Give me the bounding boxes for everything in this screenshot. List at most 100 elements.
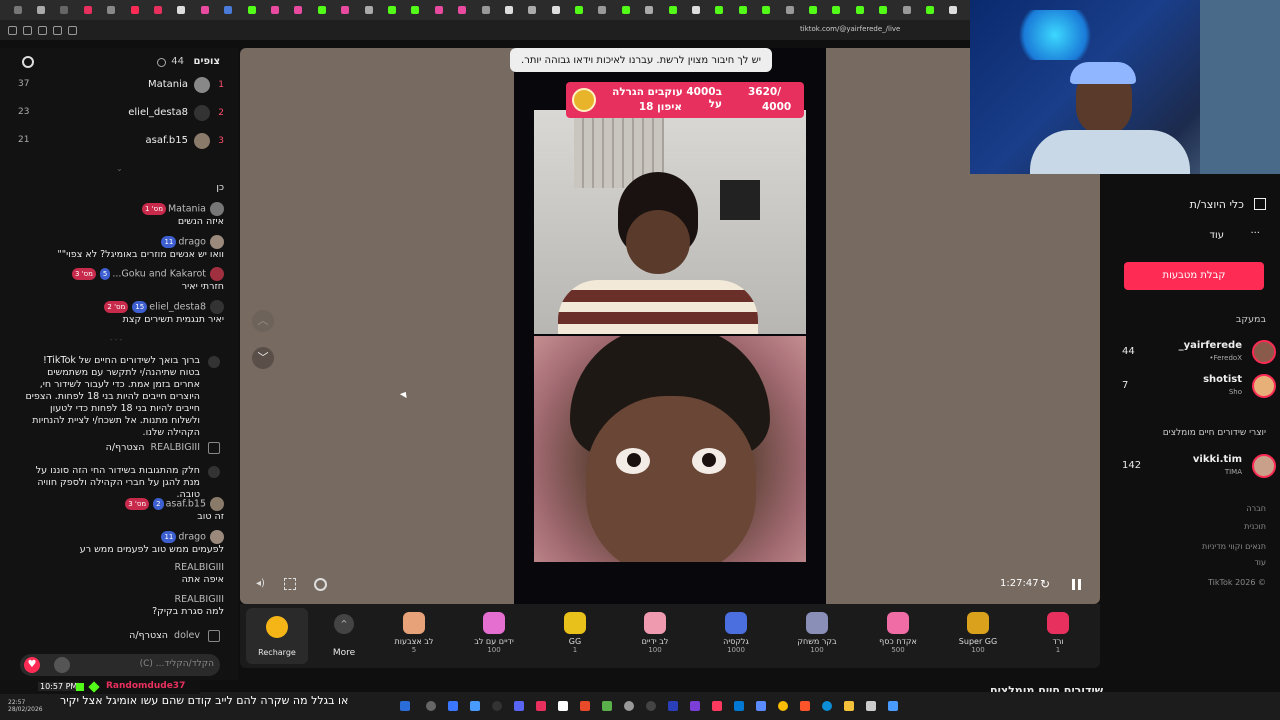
app-icon[interactable]: [558, 701, 568, 711]
recharge-button[interactable]: Recharge: [246, 608, 308, 664]
chevron-up-icon[interactable]: ︿: [252, 310, 274, 332]
info-icon[interactable]: [157, 58, 166, 67]
chat-user[interactable]: drago: [178, 532, 206, 543]
browser-tab[interactable]: [404, 0, 427, 20]
browser-tab[interactable]: [918, 0, 941, 20]
gift-gg[interactable]: GG 1: [535, 608, 615, 664]
footer-link[interactable]: חברה: [1246, 504, 1266, 513]
chat-user[interactable]: drago: [178, 237, 206, 248]
browser-tab[interactable]: [76, 0, 99, 20]
store-icon[interactable]: [734, 701, 744, 711]
browser-tab[interactable]: [614, 0, 637, 20]
avatar[interactable]: [210, 530, 224, 544]
app-icon[interactable]: [470, 701, 480, 711]
app-icon[interactable]: [690, 701, 700, 711]
browser-tab[interactable]: [848, 0, 871, 20]
home-icon[interactable]: [1254, 198, 1266, 210]
settings-icon[interactable]: [624, 701, 634, 711]
gift-game-controller[interactable]: בקר משחק 100: [777, 608, 857, 664]
chevron-down-icon[interactable]: ﹀: [252, 347, 274, 369]
browser-tab[interactable]: [521, 0, 544, 20]
app-icon[interactable]: [580, 701, 590, 711]
chrome-icon[interactable]: [778, 701, 788, 711]
music-icon[interactable]: [712, 701, 722, 711]
browser-tab[interactable]: [263, 0, 286, 20]
obs-icon[interactable]: [646, 701, 656, 711]
browser-tab[interactable]: [100, 0, 123, 20]
gift-heart-hands[interactable]: לב ידיים 100: [615, 608, 695, 664]
avatar[interactable]: [210, 235, 224, 249]
browser-tab[interactable]: [193, 0, 216, 20]
more-gifts-button[interactable]: ^ More: [312, 608, 376, 664]
discord-icon[interactable]: [514, 701, 524, 711]
pause-icon[interactable]: [1072, 579, 1081, 590]
browser-tab[interactable]: [497, 0, 520, 20]
following-item[interactable]: yairferede_ FeredoX• 44: [1102, 338, 1280, 368]
footer-link[interactable]: עוד: [1254, 558, 1266, 567]
settings-gear-icon[interactable]: [22, 56, 34, 68]
browser-tab[interactable]: [217, 0, 240, 20]
volume-icon[interactable]: ◂): [256, 578, 268, 590]
app-icon[interactable]: [602, 701, 612, 711]
browser-tab[interactable]: [310, 0, 333, 20]
browser-tab[interactable]: [801, 0, 824, 20]
browser-tab[interactable]: [708, 0, 731, 20]
browser-tab[interactable]: [53, 0, 76, 20]
gift-finger-heart[interactable]: לב אצבעות 5: [374, 608, 454, 664]
gift-hands-with-heart[interactable]: ידיים עם לב 100: [454, 608, 534, 664]
history-icon[interactable]: [38, 25, 47, 35]
chat-user[interactable]: REALBIGIII: [151, 442, 200, 453]
gift-galaxy[interactable]: גלקסיה 1000: [696, 608, 776, 664]
browser-tab[interactable]: [474, 0, 497, 20]
more-dots-icon[interactable]: ···: [1250, 228, 1260, 239]
chat-user[interactable]: dolev: [174, 630, 200, 641]
search-icon[interactable]: [426, 701, 436, 711]
browser-tab[interactable]: [895, 0, 918, 20]
chat-user[interactable]: asaf.b15: [166, 499, 206, 510]
shield-icon[interactable]: [23, 25, 32, 35]
app-icon[interactable]: [492, 701, 502, 711]
chat-user[interactable]: REALBIGIII: [175, 594, 224, 605]
browser-tab[interactable]: [684, 0, 707, 20]
windows-icon[interactable]: [400, 701, 410, 711]
browser-tab[interactable]: [6, 0, 29, 20]
browser-tab[interactable]: [942, 0, 965, 20]
top-viewer-row[interactable]: 2 eliel_desta8 23: [0, 102, 238, 126]
browser-tab[interactable]: [755, 0, 778, 20]
get-coins-button[interactable]: קבלת מטבעות: [1124, 262, 1264, 290]
edge-icon[interactable]: [822, 701, 832, 711]
sidebar-icon[interactable]: [53, 25, 62, 35]
top-viewer-row[interactable]: 1 Matania 37: [0, 74, 238, 98]
browser-tab[interactable]: [380, 0, 403, 20]
browser-tab[interactable]: [638, 0, 661, 20]
footer-link[interactable]: תנאים וקווי מדיניות: [1202, 542, 1266, 551]
tabs-icon[interactable]: [68, 25, 77, 35]
creator-tools-link[interactable]: כלי היוצר/ת: [1190, 198, 1244, 211]
avatar[interactable]: [210, 497, 224, 511]
browser-tab[interactable]: [427, 0, 450, 20]
browser-tab[interactable]: [29, 0, 52, 20]
chat-user[interactable]: Goku and Kakarot...: [112, 269, 206, 280]
brave-icon[interactable]: [800, 701, 810, 711]
avatar[interactable]: [210, 300, 224, 314]
fullscreen-icon[interactable]: [284, 578, 296, 590]
browser-tab[interactable]: [146, 0, 169, 20]
browser-tab[interactable]: [871, 0, 894, 20]
refresh-icon[interactable]: ↻: [1040, 577, 1050, 591]
app-icon[interactable]: [888, 701, 898, 711]
browser-tab[interactable]: [591, 0, 614, 20]
top-viewer-row[interactable]: 3 asaf.b15 21: [0, 130, 238, 154]
browser-tab[interactable]: [333, 0, 356, 20]
browser-tab[interactable]: [240, 0, 263, 20]
avatar[interactable]: [210, 202, 224, 216]
browser-tab[interactable]: [357, 0, 380, 20]
browser-tab[interactable]: [544, 0, 567, 20]
browser-tab[interactable]: [825, 0, 848, 20]
settings-gear-icon[interactable]: [314, 578, 327, 591]
following-item[interactable]: shotist Sho 7: [1102, 372, 1280, 402]
chat-user[interactable]: eliel_desta8: [149, 302, 206, 313]
emoji-icon[interactable]: [54, 657, 70, 673]
browser-tab[interactable]: [123, 0, 146, 20]
browser-tab[interactable]: [170, 0, 193, 20]
app-icon[interactable]: [448, 701, 458, 711]
